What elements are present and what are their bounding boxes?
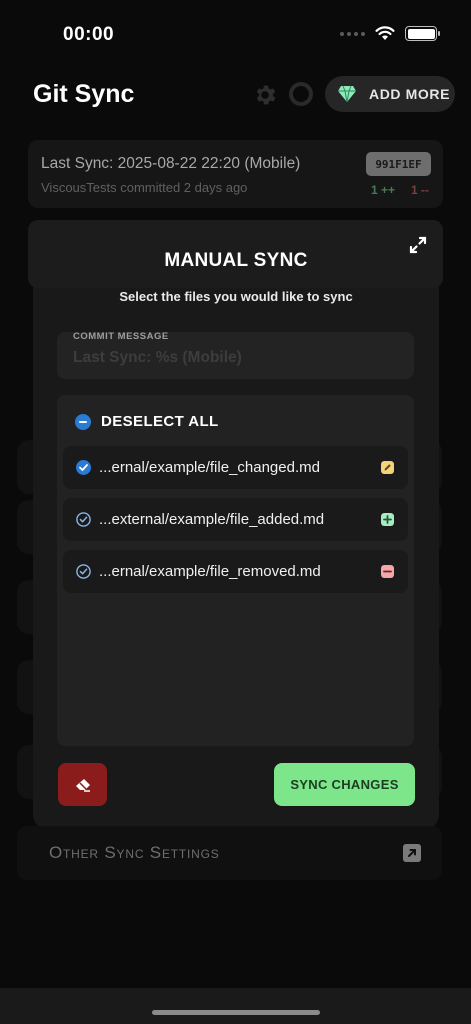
app-title: Git Sync bbox=[33, 80, 135, 108]
file-name: ...ernal/example/file_changed.md bbox=[99, 459, 320, 476]
status-icons bbox=[340, 26, 440, 41]
eraser-icon bbox=[75, 778, 90, 792]
file-name: ...external/example/file_added.md bbox=[99, 511, 325, 528]
discard-changes-button[interactable] bbox=[58, 763, 107, 806]
removed-count: 1 -- bbox=[411, 183, 429, 197]
check-circle-outline-icon bbox=[76, 564, 91, 579]
cellular-signal-icon bbox=[340, 31, 365, 36]
last-sync-title: Last Sync: 2025-08-22 22:20 (Mobile) bbox=[41, 155, 301, 172]
removed-status-icon bbox=[381, 565, 394, 578]
other-sync-settings-label: Other Sync Settings bbox=[49, 843, 220, 862]
add-more-button[interactable]: ADD MORE bbox=[325, 76, 455, 112]
modal-title: MANUAL SYNC bbox=[164, 250, 308, 271]
bottom-bar bbox=[0, 988, 471, 1024]
other-sync-settings-row[interactable]: Other Sync Settings bbox=[17, 826, 442, 880]
home-indicator[interactable] bbox=[152, 1010, 320, 1015]
last-sync-author: ViscousTests committed 2 days ago bbox=[41, 180, 248, 195]
open-external-icon bbox=[403, 844, 421, 862]
commit-hash-badge: 991F1EF bbox=[366, 152, 431, 176]
gear-icon[interactable] bbox=[252, 82, 278, 108]
file-row[interactable]: ...ernal/example/file_removed.md bbox=[63, 550, 408, 593]
wifi-icon bbox=[375, 26, 395, 40]
commit-message-label: COMMIT MESSAGE bbox=[73, 331, 169, 342]
commit-message-input[interactable] bbox=[73, 349, 393, 367]
deselect-all-label: DESELECT ALL bbox=[101, 413, 219, 430]
deselect-all-button[interactable]: DESELECT ALL bbox=[75, 413, 219, 430]
added-count: 1 ++ bbox=[370, 183, 395, 197]
sync-changes-button[interactable]: SYNC CHANGES bbox=[274, 763, 415, 806]
changed-status-icon bbox=[381, 461, 394, 474]
last-sync-card[interactable]: Last Sync: 2025-08-22 22:20 (Mobile) Vis… bbox=[28, 140, 443, 208]
battery-icon bbox=[405, 26, 440, 41]
added-status-icon bbox=[381, 513, 394, 526]
check-circle-outline-icon bbox=[76, 512, 91, 527]
modal-subtitle: Select the files you would like to sync bbox=[119, 289, 353, 304]
files-panel: DESELECT ALL ...ernal/example/file_chang… bbox=[57, 395, 414, 746]
status-time: 00:00 bbox=[63, 24, 115, 45]
check-circle-filled-icon bbox=[76, 460, 91, 475]
minus-circle-icon bbox=[75, 413, 91, 430]
file-row[interactable]: ...external/example/file_added.md bbox=[63, 498, 408, 541]
commit-message-field[interactable]: COMMIT MESSAGE bbox=[57, 331, 414, 379]
file-name: ...ernal/example/file_removed.md bbox=[99, 563, 321, 580]
add-more-label: ADD MORE bbox=[369, 86, 451, 102]
sync-status-ring-icon bbox=[289, 82, 313, 106]
file-row[interactable]: ...ernal/example/file_changed.md bbox=[63, 446, 408, 489]
diamond-icon bbox=[338, 85, 356, 103]
